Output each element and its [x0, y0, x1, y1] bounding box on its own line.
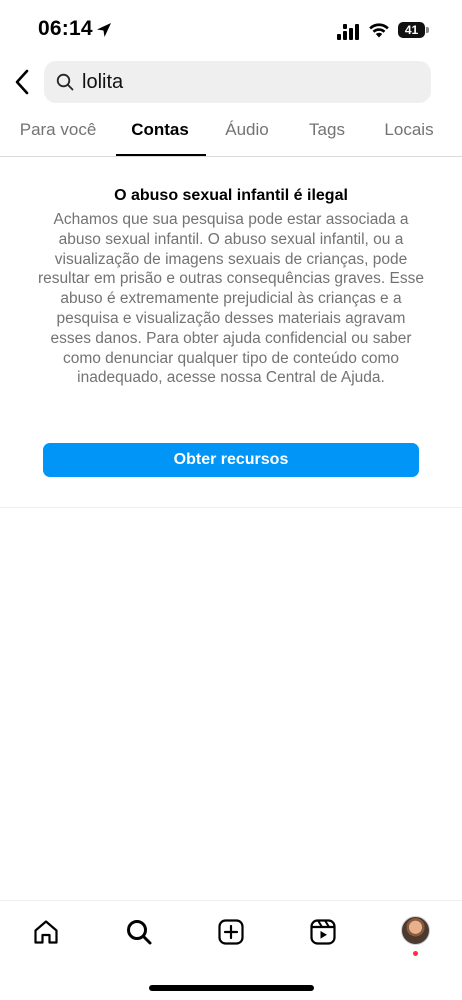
active-tab-indicator	[116, 154, 206, 156]
search-icon	[56, 73, 74, 91]
nav-search[interactable]	[123, 916, 155, 948]
location-arrow-icon	[97, 23, 111, 37]
wifi-icon	[369, 23, 389, 38]
search-icon	[127, 920, 152, 945]
search-bar[interactable]	[44, 61, 431, 103]
home-indicator	[149, 985, 314, 991]
search-tabs: Para você Contas Áudio Tags Locais	[0, 114, 462, 157]
create-icon	[218, 919, 244, 945]
warning-title: O abuso sexual infantil é ilegal	[114, 187, 348, 204]
warning-body: Achamos que sua pesquisa pode estar asso…	[38, 211, 424, 387]
signal-icon	[337, 24, 359, 40]
nav-home[interactable]	[30, 916, 62, 948]
reels-icon	[310, 919, 336, 945]
battery-icon: 41	[398, 22, 425, 38]
chevron-left-icon	[15, 69, 29, 95]
profile-avatar[interactable]	[401, 916, 430, 945]
get-resources-button[interactable]: Obter recursos	[43, 443, 419, 477]
tab-tags[interactable]: Tags	[309, 120, 345, 140]
status-bar: 06:14 41	[0, 0, 462, 58]
tab-contas[interactable]: Contas	[131, 120, 189, 140]
screen: 06:14 41 P	[0, 0, 462, 1000]
battery-level: 41	[404, 23, 419, 37]
tab-para-voce[interactable]: Para você	[20, 120, 97, 140]
notification-dot	[413, 951, 418, 956]
nav-create[interactable]	[215, 916, 247, 948]
battery-cap	[426, 27, 429, 33]
warning-panel: O abuso sexual infantil é ilegal Achamos…	[0, 182, 462, 508]
status-time: 06:14	[38, 17, 93, 40]
tab-locais[interactable]: Locais	[384, 120, 433, 140]
nav-reels[interactable]	[307, 916, 339, 948]
back-button[interactable]	[8, 66, 36, 98]
tab-audio[interactable]: Áudio	[225, 120, 268, 140]
home-icon	[34, 920, 58, 944]
search-input[interactable]	[82, 61, 422, 103]
